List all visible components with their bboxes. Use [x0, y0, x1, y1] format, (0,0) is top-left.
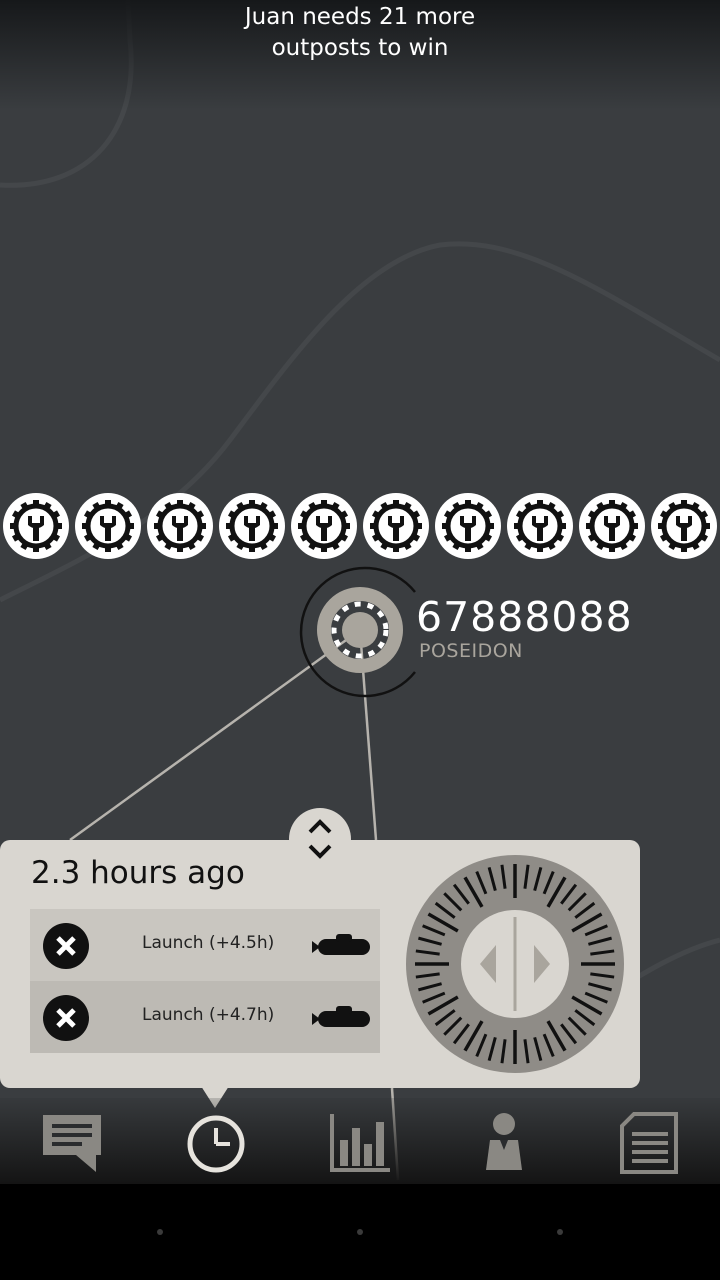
expand-panel-button[interactable]	[289, 808, 351, 870]
submarine-icon	[312, 1006, 370, 1027]
order-label: Launch (+4.7h)	[142, 1005, 275, 1025]
system-dot	[357, 1229, 363, 1235]
factory-gear-icon[interactable]	[578, 492, 646, 560]
factory-gear-icon[interactable]	[362, 492, 430, 560]
player-icon[interactable]	[472, 1110, 536, 1174]
order-row[interactable]: Launch (+4.5h)	[30, 909, 380, 981]
win-status-line-1: Juan needs 21 more	[244, 4, 476, 30]
close-icon	[56, 936, 76, 956]
win-status-message: Juan needs 21 more outposts to win	[160, 2, 560, 64]
stats-icon[interactable]	[328, 1110, 392, 1174]
order-row[interactable]: Launch (+4.7h)	[30, 981, 380, 1053]
cancel-order-button[interactable]	[43, 995, 89, 1041]
submarine-icon	[312, 934, 370, 955]
time-dial[interactable]	[404, 853, 626, 1075]
close-icon	[56, 1008, 76, 1028]
factory-gear-icon[interactable]	[290, 492, 358, 560]
factory-gear-icon[interactable]	[218, 492, 286, 560]
factory-gear-icon[interactable]	[2, 492, 70, 560]
order-label: Launch (+4.5h)	[142, 933, 275, 953]
cancel-order-button[interactable]	[43, 923, 89, 969]
clock-icon[interactable]	[184, 1110, 248, 1174]
win-status-line-2: outposts to win	[271, 35, 449, 61]
factory-gear-icon[interactable]	[506, 492, 574, 560]
system-dot	[557, 1229, 563, 1235]
document-icon[interactable]	[616, 1110, 680, 1174]
outpost-marker[interactable]	[290, 562, 430, 702]
outpost-owner: POSEIDON	[419, 640, 523, 662]
outpost-number: 67888088	[416, 593, 633, 641]
system-dot	[157, 1229, 163, 1235]
chevron-up-down-icon	[308, 819, 332, 859]
factory-gear-icon[interactable]	[74, 492, 142, 560]
factory-gear-icon[interactable]	[146, 492, 214, 560]
factory-row	[0, 492, 720, 562]
chat-icon[interactable]	[40, 1110, 104, 1174]
panel-time-label: 2.3 hours ago	[31, 855, 245, 891]
factory-gear-icon[interactable]	[434, 492, 502, 560]
factory-gear-icon[interactable]	[650, 492, 718, 560]
